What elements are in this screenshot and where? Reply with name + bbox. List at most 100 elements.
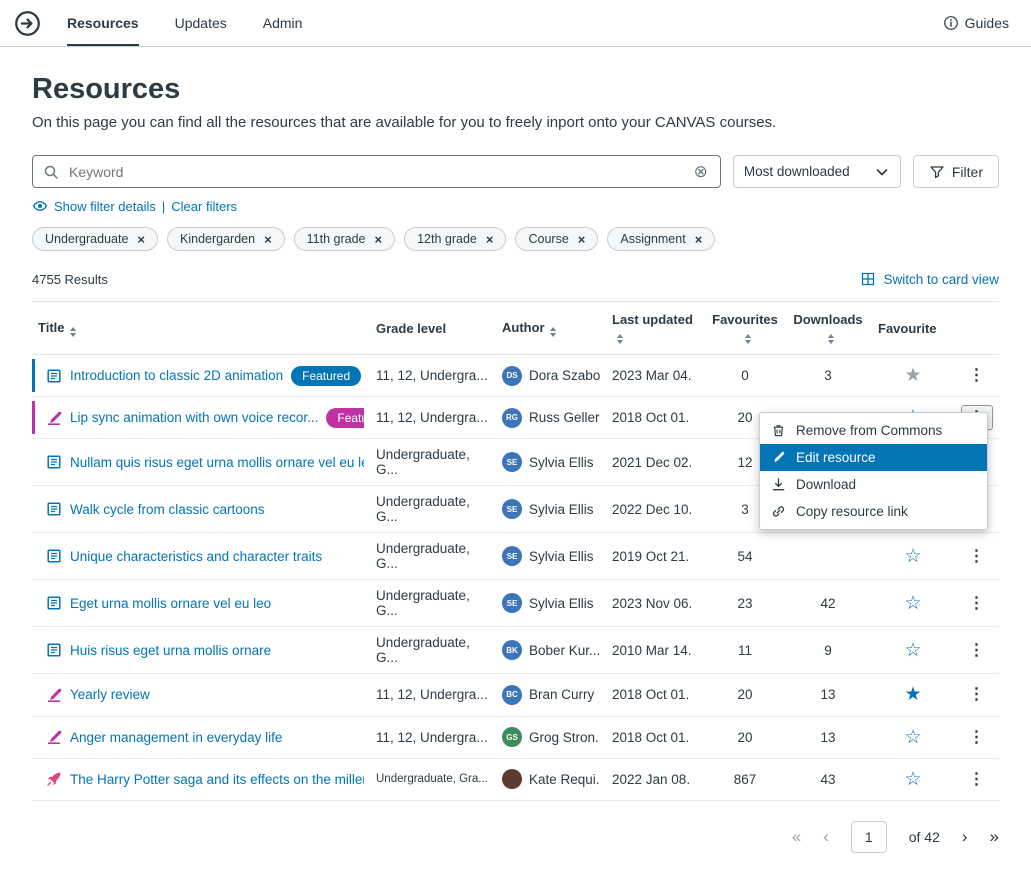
funnel-icon	[929, 164, 945, 180]
favourites-count: 23	[706, 579, 784, 628]
filter-button[interactable]: Filter	[912, 155, 999, 188]
favourite-star-icon[interactable]: ☆	[904, 640, 921, 660]
remove-chip-icon[interactable]: ×	[375, 233, 383, 246]
favourites-count: 0	[706, 354, 784, 398]
resource-title-link[interactable]: Nullam quis risus eget urna mollis ornar…	[70, 455, 364, 470]
resource-title-link[interactable]: Lip sync animation with own voice recor.…	[70, 410, 318, 425]
resource-title-link[interactable]: Eget urna mollis ornare vel eu leo	[70, 596, 271, 611]
remove-chip-icon[interactable]: ×	[486, 233, 494, 246]
table-row: The Harry Potter saga and its effects on…	[32, 758, 999, 801]
row-actions-kebab-icon[interactable]: ⋮	[961, 682, 993, 707]
filter-chips: Undergraduate × Kindergarden × 11th grade ×…	[32, 227, 999, 251]
table-row: Yearly review 11, 12, Undergra... BC Bran…	[32, 673, 999, 717]
grade-level-cell: Undergraduate, G...	[370, 438, 496, 487]
sort-select[interactable]: Most downloaded	[732, 155, 901, 188]
resource-title-link[interactable]: Anger management in everyday life	[70, 730, 282, 745]
grade-level-cell: 11, 12, Undergra...	[370, 354, 496, 398]
sort-icon	[69, 326, 76, 337]
grade-level-cell: 11, 12, Undergra...	[370, 673, 496, 717]
downloads-count: 3	[784, 354, 872, 398]
downloads-count: 9	[784, 626, 872, 675]
resource-title-link[interactable]: Yearly review	[70, 687, 150, 702]
nav-item-admin[interactable]: Admin	[263, 0, 303, 46]
avatar: BK	[502, 640, 522, 661]
featured-badge: Featured	[291, 365, 362, 386]
last-updated-cell: 2018 Oct 01.	[606, 673, 706, 717]
pagination-last-icon[interactable]: »	[990, 827, 999, 847]
column-header-grade-level: Grade level	[376, 320, 447, 336]
author-name: Sylvia Ellis	[529, 501, 594, 517]
column-header-author[interactable]: Author	[496, 302, 606, 355]
pagination-total: of 42	[908, 828, 940, 845]
remove-chip-icon[interactable]: ×	[137, 233, 145, 246]
resource-title-link[interactable]: The Harry Potter saga and its effects on…	[70, 772, 364, 787]
chip-12th-grade[interactable]: 12th grade ×	[404, 227, 507, 251]
last-updated-cell: 2023 Mar 04.	[606, 354, 706, 398]
clear-filters-link[interactable]: Clear filters	[171, 199, 237, 214]
favourite-star-icon[interactable]: ☆	[904, 727, 921, 747]
column-header-favourites[interactable]: Favourites	[706, 302, 784, 355]
downloads-count: 43	[784, 758, 872, 801]
chip-undergraduate[interactable]: Undergraduate ×	[32, 227, 158, 251]
favourite-star-icon[interactable]: ☆	[904, 593, 921, 613]
column-header-title[interactable]: Title	[32, 302, 370, 355]
commons-logo-icon[interactable]	[14, 10, 41, 37]
favourite-star-icon[interactable]: ★	[904, 685, 921, 704]
filter-links: Show filter details | Clear filters	[32, 198, 999, 214]
remove-chip-icon[interactable]: ×	[264, 233, 272, 246]
row-actions-kebab-icon[interactable]: ⋮	[961, 363, 993, 388]
table-row: Unique characteristics and character tra…	[32, 532, 999, 581]
menu-item-edit-resource[interactable]: Edit resource	[760, 444, 987, 471]
author-name: Sylvia Ellis	[529, 595, 594, 611]
last-updated-cell: 2021 Dec 02.	[606, 438, 706, 487]
resource-title-link[interactable]: Walk cycle from classic cartoons	[70, 502, 265, 517]
chip-assignment[interactable]: Assignment ×	[607, 227, 716, 251]
author-name: Grog Stron...	[529, 729, 600, 745]
favourite-star-icon[interactable]: ★	[904, 366, 921, 385]
chip-11th-grade[interactable]: 11th grade ×	[293, 227, 396, 251]
column-header-downloads[interactable]: Downloads	[784, 302, 872, 355]
nav-item-resources[interactable]: Resources	[67, 0, 139, 46]
pagination-next-icon[interactable]: ›	[962, 827, 968, 847]
menu-item-copy-resource-link[interactable]: Copy resource link	[760, 498, 987, 525]
grade-level-cell: 11, 12, Undergra...	[370, 396, 496, 440]
document-icon	[46, 642, 62, 658]
favourite-star-icon[interactable]: ☆	[904, 769, 921, 789]
favourite-star-icon[interactable]: ☆	[904, 546, 921, 566]
column-header-last-updated[interactable]: Last updated	[606, 302, 706, 355]
row-actions-kebab-icon[interactable]: ⋮	[961, 767, 993, 792]
row-actions-kebab-icon[interactable]: ⋮	[961, 591, 993, 616]
avatar	[502, 769, 522, 790]
clear-search-icon[interactable]: ⊗	[692, 163, 710, 180]
switch-to-card-view-link[interactable]: Switch to card view	[860, 271, 999, 287]
row-actions-kebab-icon[interactable]: ⋮	[961, 544, 993, 569]
menu-item-download[interactable]: Download	[760, 471, 987, 498]
search-input[interactable]	[67, 162, 684, 181]
guides-label: Guides	[964, 15, 1009, 31]
remove-chip-icon[interactable]: ×	[578, 233, 586, 246]
favourites-count: 20	[706, 673, 784, 717]
table-row: Eget urna mollis ornare vel eu leo Under…	[32, 579, 999, 628]
resource-title-link[interactable]: Unique characteristics and character tra…	[70, 549, 322, 564]
resource-title-link[interactable]: Introduction to classic 2D animation	[70, 368, 283, 383]
grade-level-cell: Undergraduate, Gra...	[370, 758, 496, 801]
pagination-current-page[interactable]: 1	[850, 820, 887, 853]
pagination: « ‹ 1 of 42 › »	[32, 820, 999, 853]
search-toolbar: ⊗ Most downloaded Filter	[32, 155, 999, 188]
guides-link[interactable]: Guides	[943, 15, 1009, 31]
author-name: Kate Requi...	[529, 771, 600, 787]
chip-course[interactable]: Course ×	[515, 227, 599, 251]
row-actions-kebab-icon[interactable]: ⋮	[961, 638, 993, 663]
remove-chip-icon[interactable]: ×	[695, 233, 703, 246]
resource-title-link[interactable]: Huis risus eget urna mollis ornare	[70, 643, 271, 658]
menu-item-remove-from-commons[interactable]: Remove from Commons	[760, 417, 987, 444]
author-name: Russ Geller	[529, 410, 600, 426]
show-filter-details-link[interactable]: Show filter details	[54, 199, 156, 214]
sort-icon	[744, 334, 751, 344]
pagination-prev-icon[interactable]: ‹	[823, 827, 829, 847]
pagination-first-icon[interactable]: «	[792, 827, 801, 847]
nav-item-updates[interactable]: Updates	[175, 0, 227, 46]
chip-kindergarden[interactable]: Kindergarden ×	[167, 227, 285, 251]
row-actions-kebab-icon[interactable]: ⋮	[961, 725, 993, 750]
downloads-count: 42	[784, 579, 872, 628]
